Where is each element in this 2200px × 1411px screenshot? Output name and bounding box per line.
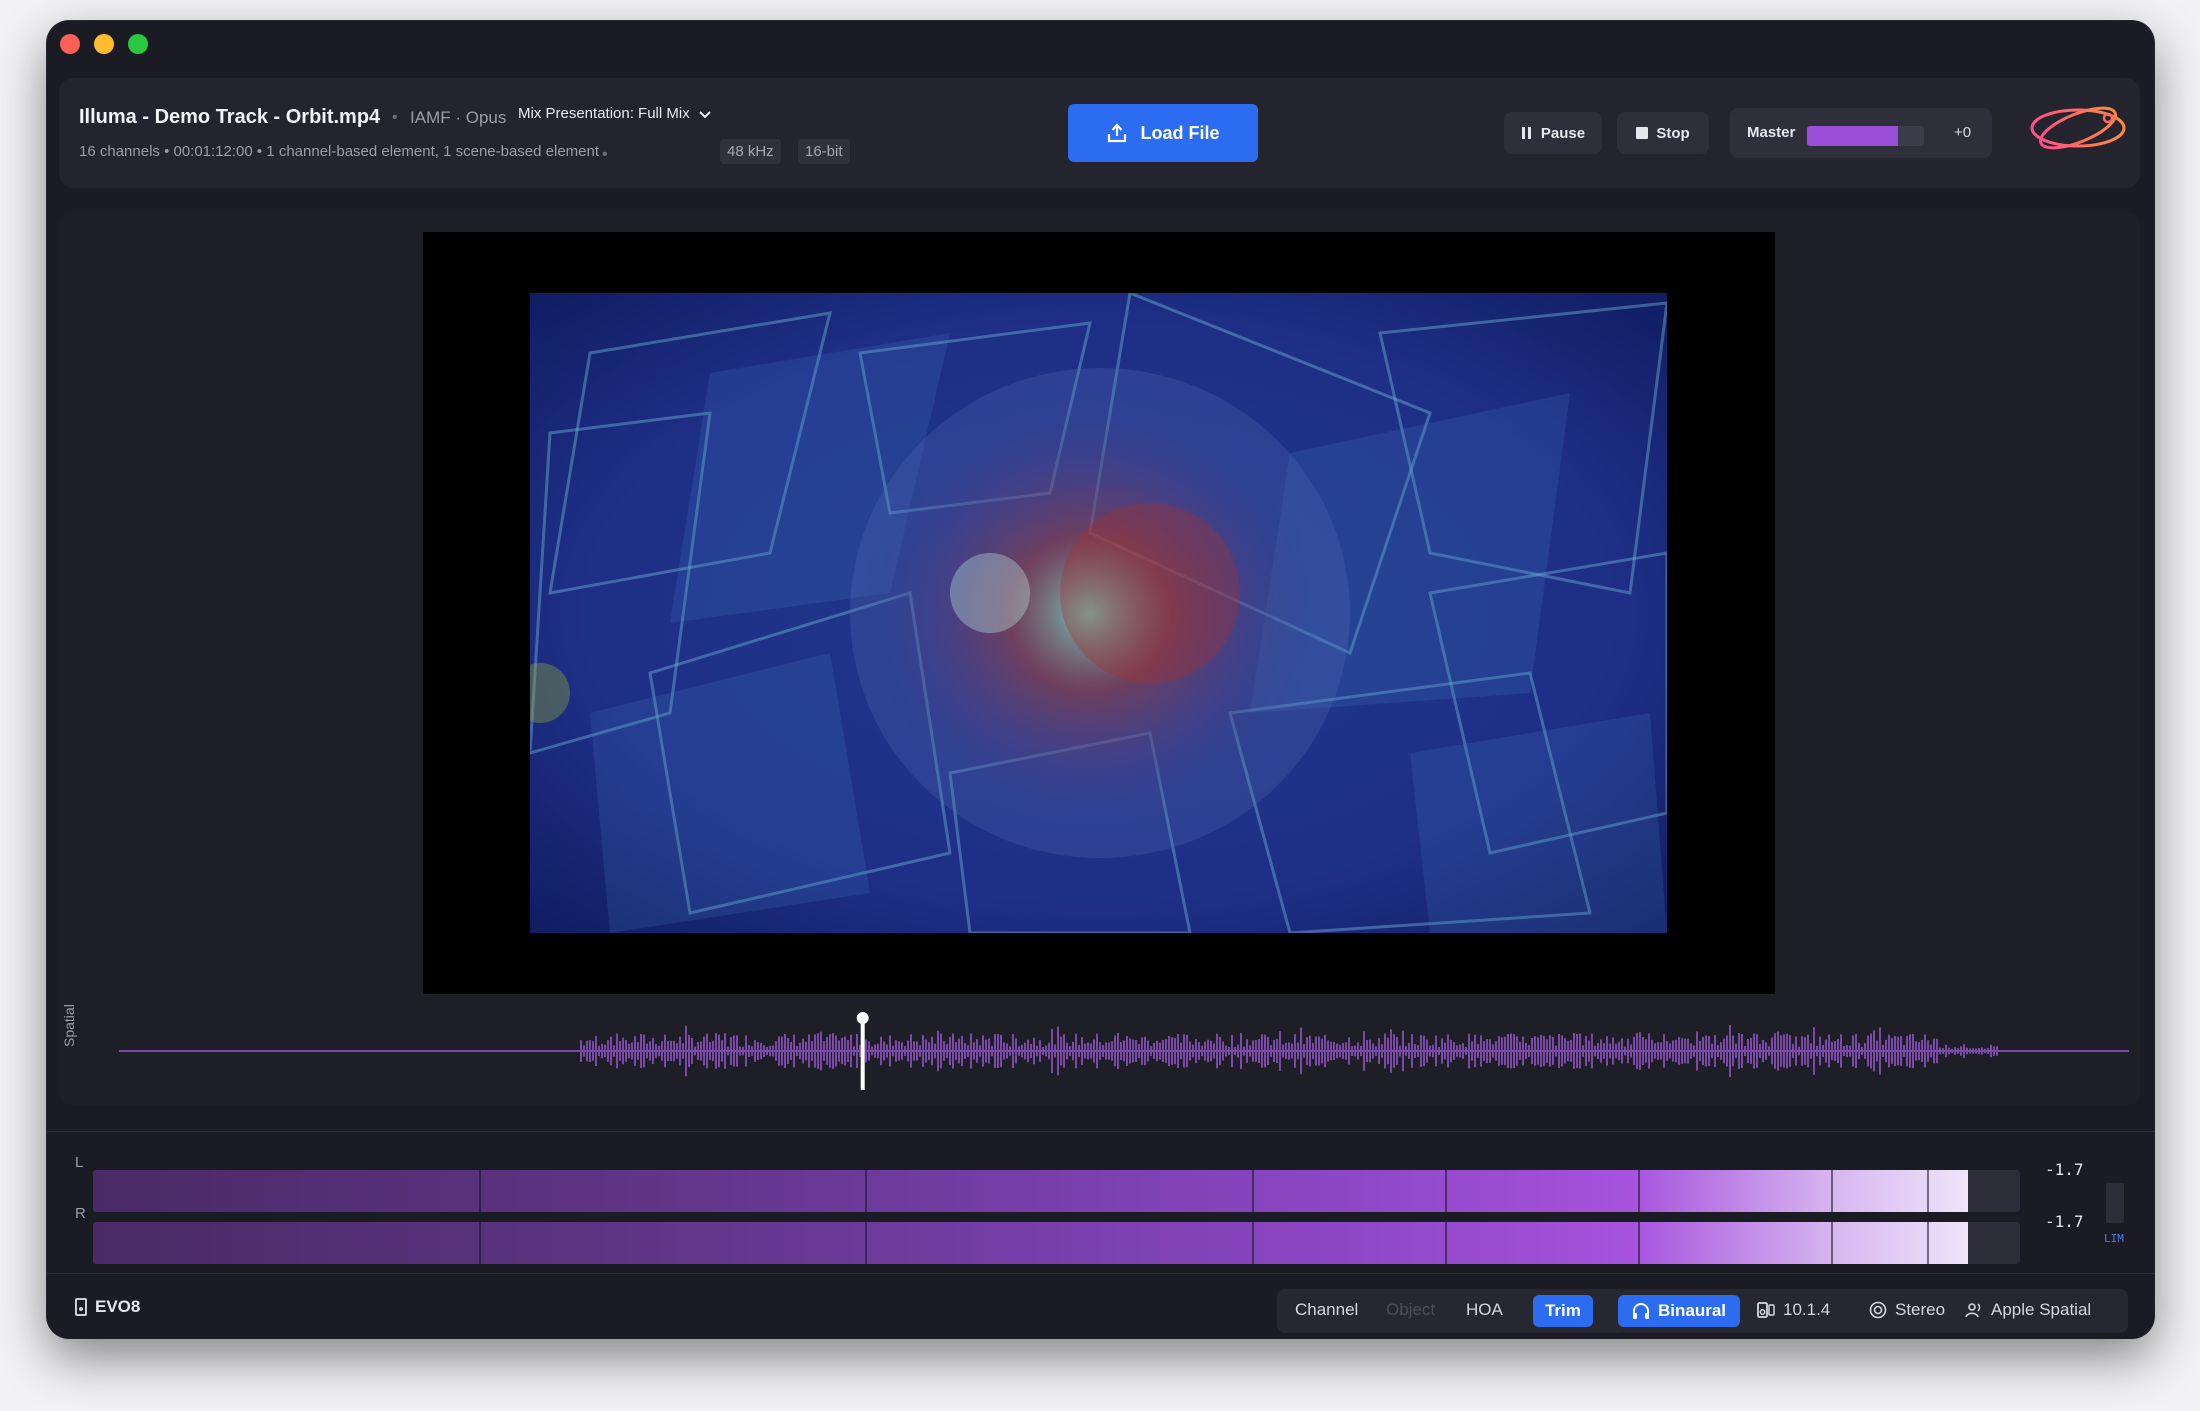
output-meters: L -1.7 R -1.7 LIM (47, 1131, 2154, 1271)
meter-segment (1926, 1222, 1929, 1264)
zoom-window-button[interactable] (128, 34, 148, 54)
layout-10-1-4-label: 10.1.4 (1783, 1300, 1831, 1319)
codec-info: IAMF · Opus (410, 108, 507, 127)
sample-rate-badge: 48 kHz (720, 139, 781, 164)
orbit-logo-icon (2030, 106, 2126, 150)
meter-segment (1926, 1170, 1929, 1212)
close-window-button[interactable] (60, 34, 80, 54)
element-mode-tabs: Channel Object HOA Trim (1277, 1289, 1627, 1333)
video-frame-image (530, 293, 1667, 933)
meter-segment (865, 1222, 868, 1264)
master-volume: Master +0 (1730, 108, 1992, 158)
render-mode-group: Binaural 10.1.4 Stereo Apple Spatial (1618, 1289, 2128, 1333)
separator-dot: • (392, 109, 398, 126)
mix-presentation-label: Mix Presentation: Full Mix (518, 105, 690, 122)
app-window: Illuma - Demo Track - Orbit.mp4 • IAMF ·… (47, 21, 2154, 1338)
file-metadata: 16 channels • 00:01:12:00 • 1 channel-ba… (79, 143, 600, 160)
main-panel: Spatial (59, 212, 2140, 1105)
tab-channel[interactable]: Channel (1295, 1300, 1358, 1320)
right-peak-value: -1.7 (2045, 1212, 2084, 1231)
meter-segment (1251, 1222, 1254, 1264)
pause-button[interactable]: Pause (1504, 112, 1602, 154)
meter-segment (479, 1222, 482, 1264)
load-file-button[interactable]: Load File (1068, 104, 1258, 162)
master-label: Master (1747, 124, 1796, 141)
apple-spatial-label: Apple Spatial (1991, 1300, 2092, 1319)
section-divider (47, 1273, 2154, 1274)
load-file-label: Load File (1140, 122, 1220, 143)
render-binaural[interactable]: Binaural (1618, 1295, 1741, 1327)
render-apple-spatial[interactable]: Apple Spatial (1965, 1300, 2091, 1320)
meter-segment (1637, 1170, 1640, 1212)
chevron-down-icon (699, 110, 711, 118)
limiter-label: LIM (2104, 1232, 2124, 1245)
meter-segment (1444, 1170, 1447, 1212)
master-volume-slider[interactable] (1807, 126, 1924, 146)
stereo-icon (1869, 1301, 1887, 1319)
stop-button[interactable]: Stop (1617, 112, 1709, 154)
audio-device[interactable]: EVO8 (75, 1297, 140, 1317)
meter-segment (1637, 1222, 1640, 1264)
minimize-window-button[interactable] (94, 34, 114, 54)
person-wave-icon (1965, 1303, 1981, 1318)
speaker-icon (75, 1298, 87, 1316)
right-channel-label: R (75, 1205, 86, 1222)
meter-segment (1831, 1222, 1834, 1264)
meter-segment (1831, 1170, 1834, 1212)
render-10-1-4[interactable]: 10.1.4 (1757, 1300, 1830, 1320)
upload-icon (1108, 123, 1127, 143)
bit-depth-badge: 16-bit (798, 139, 850, 164)
stereo-label: Stereo (1895, 1300, 1946, 1319)
meter-segment (1444, 1222, 1447, 1264)
playhead-handle[interactable] (856, 1012, 869, 1024)
separator-dot: • (602, 146, 608, 163)
limiter-indicator (2106, 1183, 2124, 1223)
headphones-icon (1633, 1303, 1649, 1319)
device-name: EVO8 (95, 1297, 141, 1316)
speaker-layout-icon (1757, 1302, 1775, 1318)
file-header: Illuma - Demo Track - Orbit.mp4 • IAMF ·… (59, 78, 2140, 188)
pause-label: Pause (1540, 124, 1586, 142)
video-player[interactable] (423, 232, 1775, 994)
waveform-label: Spatial (61, 1004, 77, 1047)
tab-trim[interactable]: Trim (1533, 1295, 1593, 1327)
stop-icon (1636, 127, 1649, 139)
tab-hoa[interactable]: HOA (1466, 1300, 1503, 1320)
left-channel-meter (93, 1170, 2020, 1212)
render-stereo[interactable]: Stereo (1869, 1300, 1945, 1320)
binaural-label: Binaural (1658, 1301, 1727, 1320)
left-channel-label: L (75, 1154, 84, 1171)
file-title: Illuma - Demo Track - Orbit.mp4 (79, 106, 381, 128)
meter-segment (479, 1170, 482, 1212)
meter-segment (865, 1170, 868, 1212)
stop-label: Stop (1656, 124, 1690, 142)
master-volume-fill (1807, 126, 1899, 146)
mix-presentation-dropdown[interactable]: Mix Presentation: Full Mix (518, 105, 712, 122)
waveform-timeline[interactable] (119, 1012, 2129, 1097)
right-meter-fill (93, 1222, 1968, 1264)
meter-segment (1251, 1170, 1254, 1212)
left-meter-fill (93, 1170, 1968, 1212)
pause-icon (1521, 127, 1531, 139)
left-peak-value: -1.7 (2045, 1160, 2084, 1179)
right-channel-meter (93, 1222, 2020, 1264)
status-bar: EVO8 Channel Object HOA Trim Binaural 10… (47, 1283, 2154, 1338)
master-gain-value: +0 (1954, 124, 1972, 141)
tab-object[interactable]: Object (1386, 1300, 1435, 1320)
